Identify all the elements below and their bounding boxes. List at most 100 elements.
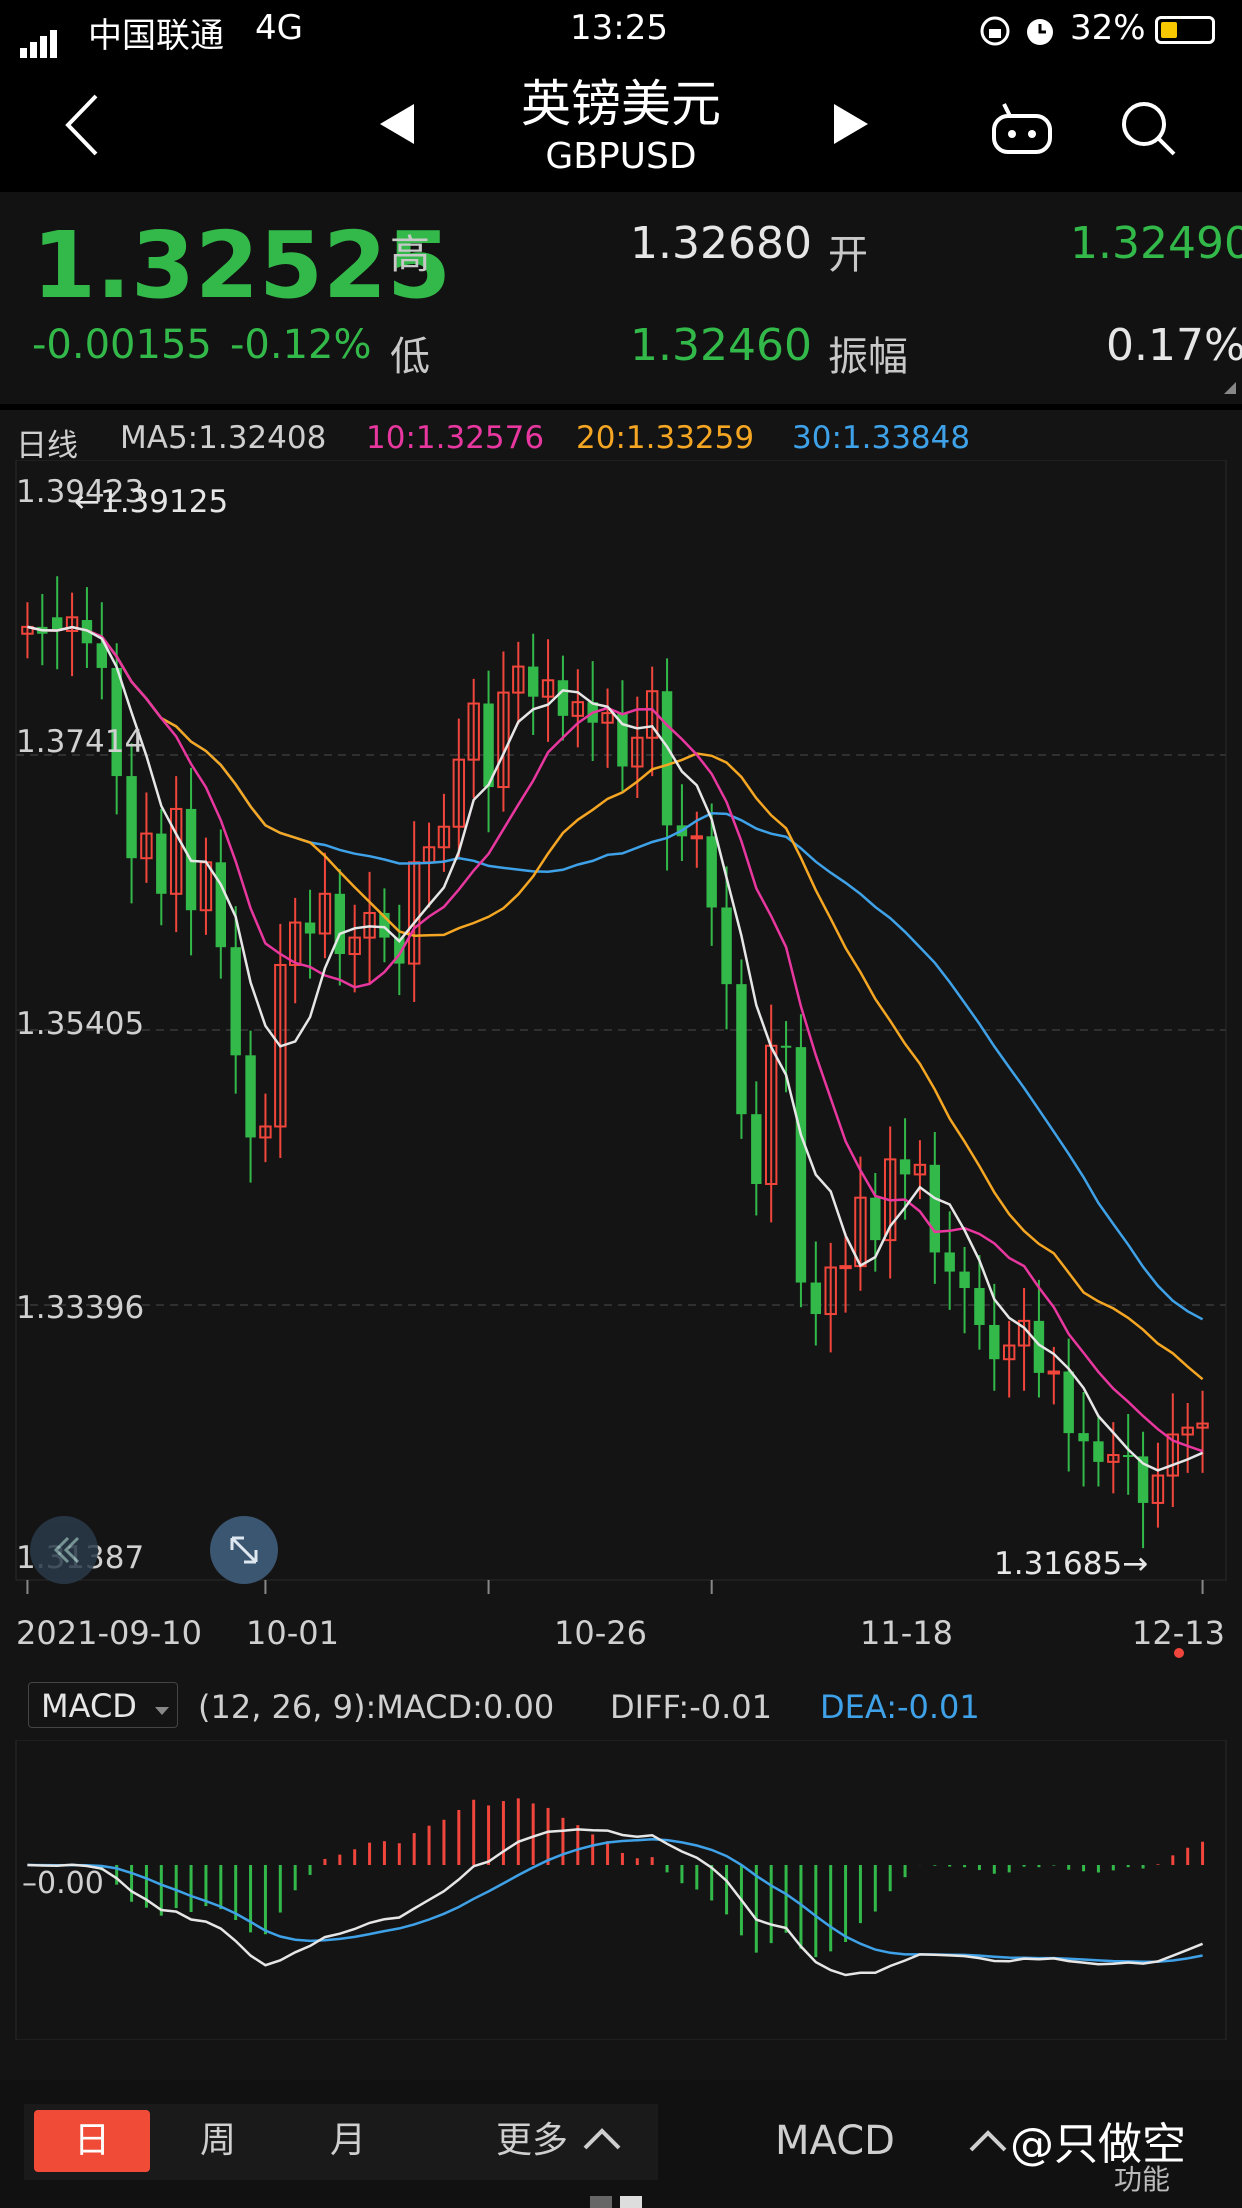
expand-corner-icon[interactable]	[1222, 380, 1238, 396]
candle-body	[959, 1271, 970, 1289]
open-label: 开	[828, 232, 868, 278]
ma5-line	[27, 625, 1204, 1472]
candle-body	[245, 1055, 256, 1138]
period-label: 日线	[16, 428, 78, 464]
macd-chart	[15, 1740, 1227, 2040]
price-axis-mid3: 1.33396	[16, 1290, 145, 1326]
min-price-annotation: 1.31685→	[994, 1546, 1149, 1582]
candle-body	[736, 984, 747, 1115]
chevron-up-icon[interactable]	[582, 2126, 622, 2152]
candle-body	[1047, 1370, 1061, 1375]
candle-body	[721, 907, 732, 985]
candle-body	[974, 1288, 985, 1325]
scroll-left-button[interactable]	[30, 1516, 98, 1584]
candle-body	[870, 1197, 881, 1241]
macd-dea: DEA:-0.01	[820, 1688, 980, 1726]
signal-icon	[20, 18, 60, 58]
price-axis-mid1: 1.37414	[16, 724, 145, 760]
date-label-4: 11-18	[860, 1614, 953, 1652]
date-label-end: 12-13	[1132, 1614, 1225, 1652]
chevron-up-icon-2[interactable]	[968, 2128, 1008, 2154]
carrier-label: 中国联通	[88, 16, 224, 56]
ma5-label: MA5:1.32408	[120, 420, 327, 456]
indicator-button[interactable]: MACD	[740, 2110, 930, 2172]
battery-icon	[1155, 16, 1215, 44]
high-label: 高	[390, 232, 430, 278]
low-value: 1.32460	[630, 320, 812, 371]
tab-month[interactable]: 月	[290, 2110, 406, 2172]
ma30-label: 30:1.33848	[792, 420, 971, 456]
candle-body	[215, 862, 227, 948]
candle-body	[527, 666, 539, 697]
candle-body	[795, 1047, 807, 1283]
price-axis-mid2: 1.35405	[16, 1006, 145, 1042]
candle-body	[690, 835, 704, 840]
next-instrument-icon[interactable]	[832, 102, 870, 146]
candle-body	[780, 1045, 792, 1048]
robot-icon[interactable]	[990, 98, 1054, 156]
date-label-2: 10-01	[246, 1614, 339, 1652]
rotation-lock-icon	[980, 16, 1010, 46]
search-icon[interactable]	[1118, 98, 1178, 158]
candle-body	[899, 1159, 911, 1175]
ma20-line	[27, 625, 1204, 1381]
candle-body	[751, 1114, 762, 1184]
dea-line	[27, 1837, 1203, 1964]
candle-body	[126, 776, 137, 859]
quote-panel: 1.32525 -0.00155 -0.12% 高 1.32680 低 1.32…	[0, 192, 1242, 404]
date-label-3: 10-26	[554, 1614, 647, 1652]
candle-body	[839, 1265, 852, 1270]
diff-line	[27, 1828, 1204, 1977]
candle-body	[810, 1282, 822, 1315]
status-bar: 中国联通 4G 13:25 32%	[0, 0, 1242, 62]
candlestick-chart[interactable]	[0, 460, 1242, 1600]
candle-body	[156, 833, 167, 894]
candle-body	[557, 680, 569, 716]
indicator-selector[interactable]: MACD	[28, 1682, 178, 1728]
macd-frame	[15, 1740, 1227, 2040]
max-price-annotation: ←1.39125	[74, 484, 229, 520]
double-chevron-left-icon	[53, 1536, 80, 1564]
nav-bar: 英镑美元 GBPUSD	[0, 62, 1242, 192]
candle-body	[989, 1324, 1000, 1360]
candle-body	[230, 947, 241, 1056]
candle-body	[661, 691, 673, 826]
macd-params: (12, 26, 9):MACD:0.00	[198, 1688, 555, 1726]
macd-diff: DIFF:-0.01	[610, 1688, 772, 1726]
date-label-start: 2021-09-10	[16, 1614, 202, 1652]
price-change-percent: -0.12%	[230, 322, 372, 368]
candle-body	[929, 1164, 941, 1253]
ma20-label: 20:1.33259	[576, 420, 755, 456]
price-change: -0.00155	[32, 322, 212, 368]
candle-body	[706, 836, 717, 908]
network-label: 4G	[255, 8, 303, 48]
instrument-name: 英镑美元	[521, 75, 721, 133]
function-label[interactable]: 功能	[1114, 2158, 1170, 2198]
candle-body	[304, 922, 316, 934]
fullscreen-icon	[230, 1536, 258, 1564]
clock-time: 13:25	[570, 8, 668, 48]
instrument-symbol: GBPUSD	[545, 136, 697, 177]
low-label: 低	[390, 334, 430, 380]
amplitude-value: 0.17%	[1106, 320, 1242, 371]
page-indicator-active	[620, 2196, 642, 2208]
tab-week[interactable]: 周	[160, 2110, 276, 2172]
fullscreen-button[interactable]	[210, 1516, 278, 1584]
indicator-selector-label: MACD	[41, 1687, 137, 1725]
candle-body	[1093, 1441, 1104, 1462]
candle-body	[1122, 1455, 1134, 1458]
candle-body	[944, 1252, 955, 1272]
alarm-icon	[1027, 19, 1053, 45]
candle-body	[1078, 1433, 1089, 1442]
chart-frame	[15, 460, 1227, 1581]
ma30-line	[27, 625, 1204, 1321]
tab-day[interactable]: 日	[34, 2110, 150, 2172]
ma10-label: 10:1.32576	[366, 420, 545, 456]
tab-more[interactable]: 更多	[482, 2110, 582, 2172]
open-value: 1.32490	[1070, 218, 1242, 269]
page-indicator	[590, 2196, 612, 2208]
amplitude-label: 振幅	[828, 334, 908, 380]
high-value: 1.32680	[630, 218, 812, 269]
macd-zero-label: –0.00	[22, 1866, 104, 1901]
candle-body	[1063, 1371, 1074, 1434]
